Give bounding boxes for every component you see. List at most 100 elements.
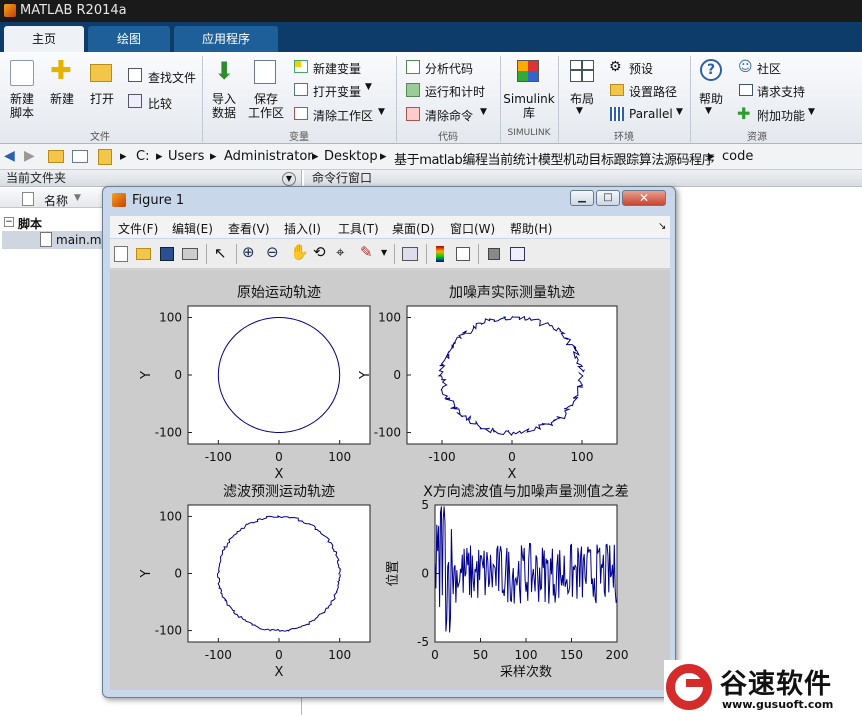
brush-dropdown-icon[interactable]: ▼ [381, 248, 387, 257]
path-segment[interactable]: 基于matlab编程当前统计模型机动目标跟踪算法源码程序 [394, 149, 715, 168]
app-title: MATLAB R2014a [20, 3, 127, 18]
help-dropdown-icon[interactable]: ▼ [705, 106, 712, 116]
ribbon-divider [202, 56, 203, 142]
zoom-in-icon[interactable]: ⊕ [242, 243, 255, 261]
file-name[interactable]: main.m [56, 233, 102, 247]
help-button[interactable]: 帮助 [694, 92, 728, 106]
path-segment[interactable]: C: [136, 149, 149, 164]
y-tick-label: 0 [421, 567, 429, 581]
menu-desktop[interactable]: 桌面(D) [392, 220, 435, 237]
minimize-button[interactable]: ▁ [570, 190, 594, 206]
clear-workspace-button[interactable]: 清除工作区 [313, 107, 373, 124]
y-tick-label: -100 [155, 624, 182, 638]
new-figure-icon[interactable] [114, 246, 128, 262]
brush-icon[interactable]: ✎ [360, 243, 373, 261]
tab-apps[interactable]: 应用程序 [174, 26, 278, 52]
x-axis-label: X [508, 467, 517, 482]
panel-options-icon[interactable]: ▼ [282, 172, 296, 186]
x-axis-label: X [275, 665, 284, 680]
menu-edit[interactable]: 编辑(E) [172, 220, 213, 237]
menu-window[interactable]: 窗口(W) [450, 220, 495, 237]
legend-icon[interactable] [456, 247, 470, 261]
community-button[interactable]: 社区 [757, 60, 781, 77]
add-ons-dropdown-icon[interactable]: ▼ [808, 107, 815, 117]
up-folder-icon[interactable] [48, 150, 64, 163]
maximize-button[interactable]: □ [596, 190, 620, 206]
menu-file[interactable]: 文件(F) [118, 220, 158, 237]
preferences-button[interactable]: 预设 [629, 60, 653, 77]
layout-dropdown-icon[interactable]: ▼ [576, 106, 583, 116]
figure-title: Figure 1 [132, 193, 185, 208]
dock-arrow-icon[interactable]: ↘ [658, 221, 666, 232]
compare-button[interactable]: 比较 [148, 95, 172, 112]
open-folder-icon [90, 64, 112, 82]
path-segment[interactable]: Desktop [324, 149, 378, 164]
save-icon[interactable] [160, 247, 174, 261]
new-button[interactable]: 新建 [44, 92, 80, 106]
y-tick-label: 100 [159, 311, 182, 325]
simulink-library-icon [517, 60, 539, 82]
open-variable-button[interactable]: 打开变量 [313, 83, 361, 100]
pointer-icon[interactable]: ↖ [214, 244, 227, 262]
colorbar-icon[interactable] [436, 246, 444, 262]
menu-help[interactable]: 帮助(H) [510, 220, 552, 237]
path-segment[interactable]: Users [168, 149, 204, 164]
open-button[interactable]: 打开 [84, 92, 120, 106]
import-data-button[interactable]: 导入 数据 [204, 92, 244, 120]
path-separator-icon: ▸ [708, 149, 715, 164]
folder-icon [98, 149, 112, 165]
parallel-dropdown-icon[interactable]: ▼ [676, 107, 683, 117]
clear-commands-dropdown-icon[interactable]: ▼ [480, 107, 487, 117]
link-plot-icon[interactable] [402, 247, 418, 261]
show-plot-tools-icon[interactable] [510, 247, 525, 261]
rotate-3d-icon[interactable]: ⟲ [313, 243, 326, 261]
menu-insert[interactable]: 插入(I) [284, 220, 321, 237]
new-script-icon [10, 60, 34, 86]
clear-workspace-dropdown-icon[interactable]: ▼ [378, 107, 385, 117]
sort-arrow-icon[interactable]: ▼ [74, 193, 81, 203]
new-script-button[interactable]: 新建 脚本 [2, 92, 42, 120]
zoom-out-icon[interactable]: ⊖ [266, 243, 279, 261]
clear-commands-button[interactable]: 清除命令 [425, 107, 473, 124]
hide-plot-tools-icon[interactable] [488, 248, 500, 260]
pan-hand-icon[interactable]: ✋ [290, 243, 309, 261]
x-tick-label: 50 [473, 648, 488, 662]
axes-box [187, 504, 371, 643]
open-file-icon[interactable] [136, 248, 151, 260]
name-column-header[interactable]: 名称 [44, 192, 68, 209]
set-path-button[interactable]: 设置路径 [629, 83, 677, 100]
parallel-button[interactable]: Parallel [629, 107, 673, 121]
path-segment[interactable]: code [722, 149, 753, 164]
clear-workspace-icon [294, 107, 308, 120]
collapse-icon[interactable]: − [4, 217, 14, 227]
back-arrow-icon[interactable]: ◀ [4, 148, 15, 164]
print-icon[interactable] [182, 248, 198, 260]
x-tick-label: 100 [571, 450, 594, 464]
tab-plots[interactable]: 绘图 [88, 26, 170, 52]
analyze-code-button[interactable]: 分析代码 [425, 60, 473, 77]
community-icon: ☺ [738, 59, 753, 75]
add-ons-button[interactable]: 附加功能 [757, 107, 805, 124]
new-variable-button[interactable]: 新建变量 [313, 60, 361, 77]
clear-commands-icon [406, 107, 420, 121]
path-segment[interactable]: Administrator [224, 149, 313, 164]
find-files-button[interactable]: 查找文件 [148, 69, 196, 86]
menu-tools[interactable]: 工具(T) [338, 220, 379, 237]
browse-folder-icon[interactable] [72, 150, 88, 163]
tab-home[interactable]: 主页 [4, 26, 84, 52]
menu-view[interactable]: 查看(V) [228, 220, 270, 237]
watermark-logo-bar [686, 679, 708, 687]
request-support-button[interactable]: 请求支持 [757, 83, 805, 100]
ribbon-divider [396, 56, 397, 142]
data-cursor-icon[interactable]: ⌖ [336, 243, 344, 261]
open-variable-dropdown-icon[interactable]: ▼ [365, 82, 372, 92]
group-label-variable: 变量 [289, 132, 309, 143]
request-support-icon [739, 84, 753, 96]
close-button[interactable]: ✕ [622, 190, 666, 206]
run-and-time-button[interactable]: 运行和计时 [425, 83, 485, 100]
save-workspace-button[interactable]: 保存 工作区 [244, 92, 288, 120]
simulink-library-button[interactable]: Simulink 库 [502, 92, 556, 120]
forward-arrow-icon[interactable]: ▶ [24, 148, 35, 164]
layout-button[interactable]: 布局 [564, 92, 600, 106]
save-workspace-icon [254, 60, 276, 84]
